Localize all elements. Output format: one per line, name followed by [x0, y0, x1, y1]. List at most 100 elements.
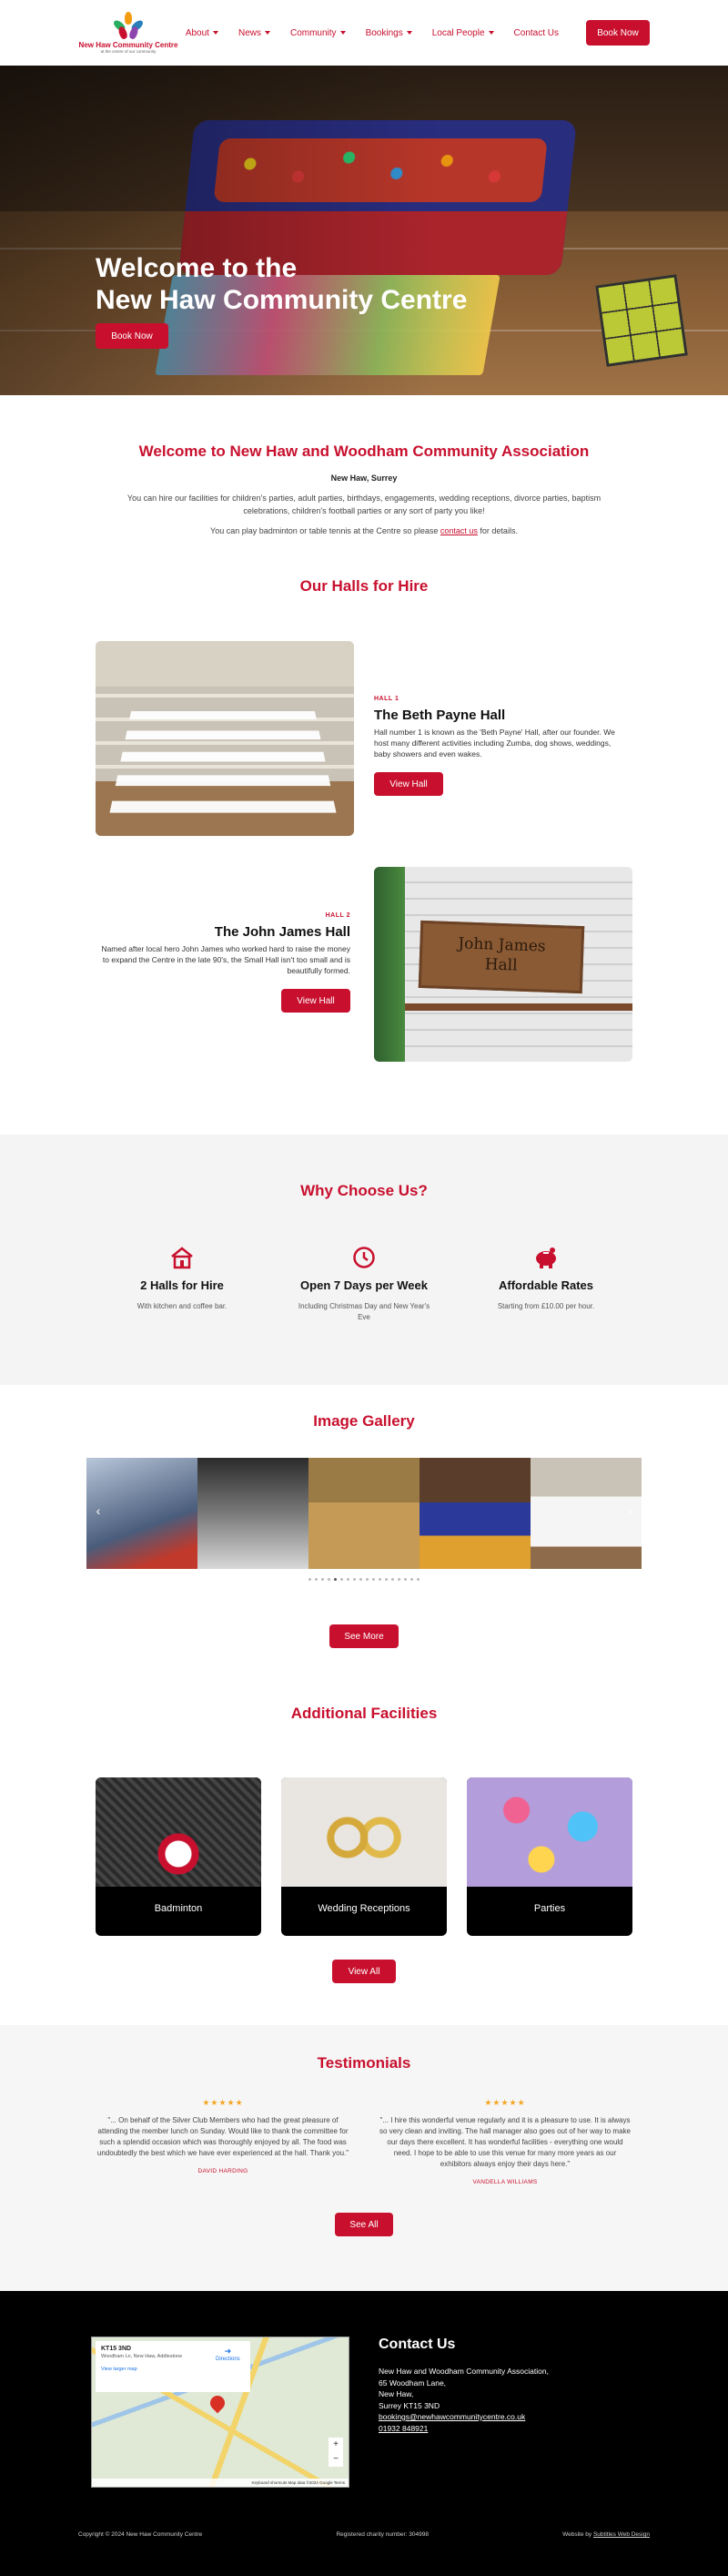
view-hall-1-button[interactable]: View Hall	[374, 772, 443, 796]
site-logo[interactable]: New Haw Community Centre at the centre o…	[78, 12, 178, 54]
google-map[interactable]: KT15 3ND Woodham Ln, New Haw, Addlestone…	[91, 2337, 349, 2488]
chevron-left-icon[interactable]: ‹	[90, 1503, 106, 1523]
clock-icon	[353, 1247, 375, 1268]
why-choose-us-section: Why Choose Us? 2 Halls for Hire With kit…	[0, 1135, 728, 1385]
address-line: New Haw and Woodham Community Associatio…	[379, 2367, 549, 2376]
hall-2-name: The John James Hall	[214, 924, 350, 940]
carousel-dot[interactable]	[334, 1578, 337, 1581]
phone-link[interactable]: 01932 848921	[379, 2423, 549, 2435]
view-all-button[interactable]: View All	[332, 1960, 396, 1983]
carousel-dot[interactable]	[328, 1578, 330, 1581]
testimonial-text: "... On behalf of the Silver Club Member…	[96, 2116, 349, 2157]
party-image	[467, 1777, 632, 1887]
nav-label: News	[238, 27, 261, 38]
feature-open-title: Open 7 Days per Week	[300, 1278, 428, 1292]
star-rating-icon: ★★★★★	[484, 2098, 526, 2107]
hero-title-line2: New Haw Community Centre	[96, 285, 468, 315]
contact-us-link[interactable]: contact us	[440, 526, 478, 535]
testimonials-title: Testimonials	[317, 2054, 411, 2072]
view-hall-2-button[interactable]: View Hall	[281, 989, 350, 1013]
map-info-card: KT15 3ND Woodham Ln, New Haw, Addlestone…	[96, 2341, 250, 2392]
why-title: Why Choose Us?	[300, 1182, 428, 1199]
see-more-button[interactable]: See More	[329, 1624, 399, 1648]
sign-line2: Hall	[484, 955, 518, 975]
credit-text: Website by Subtitles Web Design	[562, 2531, 650, 2538]
testimonials-row: ★★★★★ "... On behalf of the Silver Club …	[0, 2098, 728, 2185]
carousel-dot[interactable]	[347, 1578, 349, 1581]
nav-label: About	[185, 27, 209, 38]
hall-2-card: John James Hall HALL 2 The John James Ha…	[0, 858, 728, 1095]
feature-halls-title: 2 Halls for Hire	[140, 1278, 224, 1292]
shuttlecock-image	[96, 1777, 261, 1887]
directions-label: Directions	[216, 2357, 240, 2362]
facility-badminton-card[interactable]: Badminton	[96, 1777, 261, 1936]
chevron-down-icon	[264, 31, 270, 35]
carousel-dot[interactable]	[410, 1578, 413, 1581]
welcome-section: Welcome to New Haw and Woodham Community…	[0, 395, 728, 565]
carousel-dot[interactable]	[391, 1578, 394, 1581]
testimonial-author: DAVID HARDING	[197, 2168, 248, 2174]
carousel-dot[interactable]	[417, 1578, 420, 1581]
carousel-dot[interactable]	[385, 1578, 388, 1581]
carousel-dot[interactable]	[366, 1578, 369, 1581]
facility-weddings-card[interactable]: Wedding Receptions	[281, 1777, 447, 1936]
carousel-dot[interactable]	[372, 1578, 375, 1581]
feature-halls: 2 Halls for Hire With kitchen and coffee…	[91, 1246, 273, 1323]
carousel-dot[interactable]	[359, 1578, 362, 1581]
chevron-right-icon[interactable]: ›	[622, 1503, 638, 1523]
gallery-image[interactable]	[308, 1458, 420, 1569]
web-design-credit-link[interactable]: Subtitles Web Design	[593, 2531, 650, 2538]
carousel-dot[interactable]	[308, 1578, 311, 1581]
facility-label: Wedding Receptions	[318, 1903, 410, 1914]
hall-2-text: HALL 2 The John James Hall Named after l…	[96, 912, 350, 1013]
nav-label: Local People	[431, 27, 485, 38]
chevron-down-icon	[406, 31, 412, 35]
gallery-image[interactable]	[197, 1458, 308, 1569]
wedding-rings-image	[281, 1777, 447, 1887]
carousel-dot[interactable]	[398, 1578, 400, 1581]
nav-community[interactable]: Community	[290, 28, 346, 38]
nav-news[interactable]: News	[238, 28, 270, 38]
carousel-dot[interactable]	[340, 1578, 343, 1581]
zoom-out-button[interactable]: −	[329, 2452, 343, 2467]
hall-sign: John James Hall	[418, 920, 585, 994]
curtain	[374, 867, 405, 1062]
feature-open-desc: Including Christmas Day and New Year's E…	[298, 1302, 430, 1321]
nav-bookings[interactable]: Bookings	[366, 28, 412, 38]
nav-local-people[interactable]: Local People	[432, 28, 494, 38]
book-now-button[interactable]: Book Now	[586, 20, 650, 46]
zoom-in-button[interactable]: +	[329, 2438, 343, 2452]
carousel-dot[interactable]	[404, 1578, 407, 1581]
carousel-dot[interactable]	[353, 1578, 356, 1581]
nav-label: Community	[289, 27, 337, 38]
email-link[interactable]: bookings@newhawcommunitycentre.co.uk	[379, 2411, 549, 2423]
address-line: Surrey KT15 3ND	[379, 2400, 440, 2410]
carousel-dot[interactable]	[379, 1578, 381, 1581]
carousel-dot[interactable]	[315, 1578, 318, 1581]
hero-book-now-button[interactable]: Book Now	[96, 323, 168, 349]
gallery-image[interactable]	[420, 1458, 531, 1569]
map-zoom-controls: + −	[329, 2438, 343, 2467]
site-header: New Haw Community Centre at the centre o…	[0, 0, 728, 66]
hall-1-description: Hall number 1 is known as the 'Beth Payn…	[374, 728, 615, 759]
directions-link[interactable]: ➜ Directions	[216, 2347, 240, 2362]
gallery-carousel[interactable]: ‹ ›	[86, 1458, 642, 1569]
view-larger-map-link[interactable]: View larger map	[101, 2367, 245, 2372]
directions-icon: ➜	[224, 2347, 232, 2356]
star-rating-icon: ★★★★★	[202, 2098, 244, 2107]
chevron-down-icon	[339, 31, 346, 35]
charity-number: Registered charity number: 304998	[336, 2531, 429, 2538]
testimonials-section: Testimonials ★★★★★ "... On behalf of the…	[0, 2025, 728, 2291]
halls-title: Our Halls for Hire	[299, 577, 429, 595]
see-all-button[interactable]: See All	[335, 2213, 393, 2236]
nav-contact-us[interactable]: Contact Us	[514, 28, 559, 38]
nav-about[interactable]: About	[186, 28, 218, 38]
additional-facilities-section: Additional Facilities Badminton Wedding …	[0, 1648, 728, 1983]
carousel-dot[interactable]	[321, 1578, 324, 1581]
footer-bottom-bar: Copyright © 2024 New Haw Community Centr…	[78, 2531, 650, 2538]
hall-2-tag: HALL 2	[325, 912, 350, 919]
contact-details: New Haw and Woodham Community Associatio…	[379, 2366, 549, 2434]
facility-parties-card[interactable]: Parties	[467, 1777, 632, 1936]
map-attribution: Keyboard shortcuts Map data ©2024 Google…	[92, 2479, 349, 2487]
testimonial-text: "... I hire this wonderful venue regular…	[379, 2116, 631, 2168]
